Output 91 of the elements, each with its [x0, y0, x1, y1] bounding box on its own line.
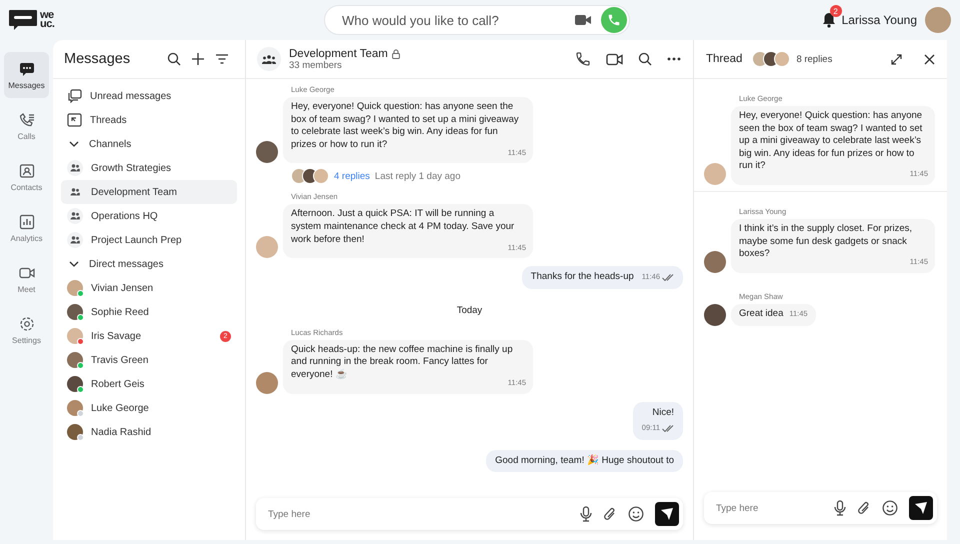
avatar: [704, 304, 726, 326]
contact-item[interactable]: Luke George: [91, 402, 149, 414]
nav-item[interactable]: Analytics: [4, 205, 49, 251]
avatar-stack: [752, 51, 790, 67]
logo: we uc.: [8, 9, 324, 31]
people-icon: [67, 160, 83, 176]
contact-item[interactable]: Nadia Rashid: [91, 426, 152, 438]
people-icon: [67, 208, 83, 224]
avatar: [67, 376, 83, 392]
contact-item[interactable]: Vivian Jensen: [91, 282, 154, 294]
search-icon[interactable]: [167, 52, 181, 66]
avatar: [256, 236, 278, 258]
channel-item[interactable]: Project Launch Prep: [61, 228, 237, 252]
bar-chart-icon: [18, 214, 34, 230]
chat-bubble-icon: [8, 9, 38, 31]
avatar: [67, 424, 83, 440]
channel-title: Development Team: [289, 48, 388, 60]
member-count: 33 members: [289, 60, 343, 70]
avatar: [704, 162, 726, 185]
message-input[interactable]: Type here: [266, 508, 569, 520]
channel-item[interactable]: Growth Strategies: [61, 156, 237, 180]
filter-icon[interactable]: [215, 52, 229, 66]
phone-icon: [607, 13, 621, 27]
date-separator: Today: [456, 304, 484, 316]
avatar: [704, 250, 726, 273]
avatar: [67, 280, 83, 296]
contact-item[interactable]: Sophie Reed: [91, 306, 149, 318]
plus-icon[interactable]: [191, 52, 205, 66]
chevron-icon: [69, 141, 79, 147]
avatar: [67, 304, 83, 320]
contact-item[interactable]: Iris Savage: [91, 330, 142, 342]
phone-icon[interactable]: [575, 51, 591, 67]
last-reply-time: Last reply 1 day ago: [374, 170, 460, 182]
bell-icon[interactable]: [822, 12, 836, 28]
avatar: [67, 400, 83, 416]
nav-item[interactable]: Messages: [4, 52, 49, 98]
channel-item[interactable]: Operations HQ: [61, 204, 237, 228]
send-button[interactable]: [909, 496, 933, 520]
microphone-icon[interactable]: [834, 500, 846, 516]
contact-item[interactable]: Robert Geis: [91, 378, 144, 390]
thread-title: Thread: [706, 53, 742, 65]
contact-item[interactable]: Travis Green: [91, 354, 148, 366]
microphone-icon[interactable]: [580, 506, 592, 522]
send-icon: [914, 501, 928, 515]
double-check-icon: [662, 424, 674, 432]
notification-badge: 2: [830, 5, 842, 17]
paperclip-icon[interactable]: [857, 500, 871, 516]
avatar-stack: [291, 168, 329, 184]
video-camera-icon[interactable]: [606, 52, 623, 66]
avatar: [256, 141, 278, 164]
video-camera-icon[interactable]: [575, 14, 591, 26]
paperclip-icon[interactable]: [603, 506, 617, 522]
panel-title: Messages: [64, 51, 132, 67]
nav-item[interactable]: Meet: [4, 256, 49, 302]
call-search-bar[interactable]: Who would you like to call?: [324, 5, 630, 35]
search-icon[interactable]: [638, 52, 652, 66]
chevron-icon: [69, 261, 79, 267]
phone-icon: [18, 112, 34, 128]
settings-icon: [18, 316, 34, 332]
sidebar-item[interactable]: Threads: [61, 108, 237, 132]
send-button[interactable]: [655, 502, 679, 526]
message-input[interactable]: Type here: [714, 502, 823, 514]
send-icon: [660, 507, 674, 521]
direct-messages-toggle[interactable]: Direct messages: [61, 252, 237, 276]
double-check-icon: [662, 274, 674, 281]
reply-count: 8 replies: [796, 54, 832, 64]
sidebar-item[interactable]: Unread messages: [61, 84, 237, 108]
lock-icon: [392, 48, 400, 58]
user-name: Larissa Young: [842, 13, 917, 27]
channel-item[interactable]: Development Team: [61, 180, 237, 204]
contact-card-icon: [18, 162, 34, 178]
chat-icon: [18, 60, 34, 76]
nav-item[interactable]: Calls: [4, 103, 49, 149]
more-icon[interactable]: [667, 57, 681, 61]
close-icon[interactable]: [924, 54, 935, 64]
call-search-field[interactable]: Who would you like to call?: [340, 12, 565, 28]
replies-link[interactable]: 4 replies: [334, 170, 370, 182]
nav-item[interactable]: Contacts: [4, 154, 49, 200]
avatar: [67, 328, 83, 344]
avatar: [256, 372, 278, 394]
people-icon: [67, 232, 83, 248]
smiley-icon[interactable]: [628, 506, 644, 522]
message-bubble: Good morning, team! 🎉 Huge shoutout to: [486, 450, 683, 472]
avatar: [67, 352, 83, 368]
channels-toggle[interactable]: Channels: [61, 132, 237, 156]
group-icon: [257, 47, 281, 71]
expand-icon[interactable]: [891, 54, 902, 64]
smiley-icon[interactable]: [882, 500, 898, 516]
reply-box-icon: [67, 113, 82, 127]
chat-bubbles-icon: [67, 89, 82, 103]
nav-item[interactable]: Settings: [4, 307, 49, 353]
